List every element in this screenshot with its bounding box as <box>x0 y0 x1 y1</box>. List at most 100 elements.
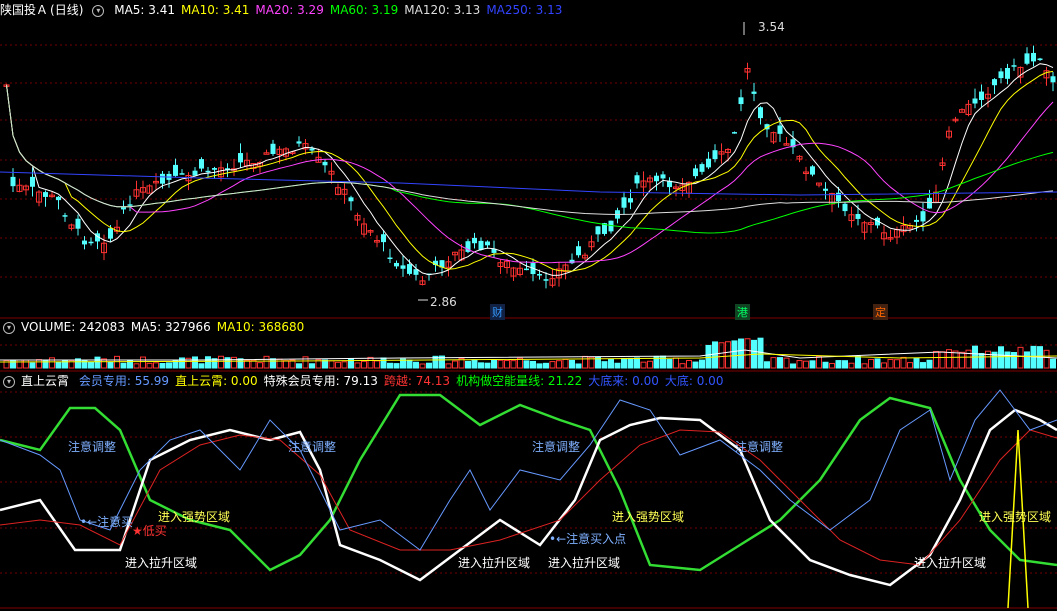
enter-lift-label-2: 进入拉升区域 <box>458 556 531 570</box>
volume-ma5-line <box>0 349 1057 361</box>
volume-bar <box>874 358 881 369</box>
volume-bar <box>237 358 244 369</box>
volume-bar <box>920 362 926 369</box>
candle-body <box>751 91 757 94</box>
volume-bar <box>601 361 608 369</box>
volume-bar <box>393 363 400 369</box>
candle-body <box>179 173 185 175</box>
candle-body <box>660 174 666 179</box>
volume-bar <box>887 358 894 369</box>
candle-body <box>1031 52 1036 62</box>
candle-body <box>173 164 178 176</box>
candle-body <box>576 246 581 256</box>
volume-bar <box>998 346 1004 369</box>
candle-body <box>706 158 711 168</box>
event-tag-hk[interactable]: 港 <box>735 304 750 320</box>
volume-bar <box>16 359 23 369</box>
volume-bar <box>569 359 575 369</box>
candle-body <box>979 91 984 100</box>
candle-body <box>348 197 354 202</box>
candle-body <box>296 141 302 144</box>
volume-bar <box>120 362 127 369</box>
volume-bar <box>855 355 861 369</box>
enter-lift-label-4: 进入拉升区域 <box>914 556 987 570</box>
volume-bar <box>296 363 302 369</box>
volume-bar <box>413 361 419 369</box>
candle-body <box>108 228 113 239</box>
volume-bar <box>621 357 627 369</box>
volume-bar <box>504 360 510 369</box>
ma60-line <box>6 84 1054 234</box>
volume-bar <box>861 363 868 369</box>
volume-bar <box>55 361 62 369</box>
ma250-line <box>0 171 1057 196</box>
volume-bar <box>484 362 491 369</box>
candle-body <box>192 170 198 176</box>
volume-bar <box>426 362 432 369</box>
event-tag-finance[interactable]: 财 <box>490 304 505 320</box>
volume-bar <box>94 356 101 369</box>
candle-body <box>732 132 737 134</box>
low-buy-label: ★低买 <box>132 522 167 539</box>
candle-body <box>537 274 542 276</box>
volume-bar <box>764 361 770 369</box>
candle-body <box>914 219 919 222</box>
volume-bar <box>582 355 588 369</box>
candle-body <box>595 226 601 235</box>
volume-bar <box>361 360 367 369</box>
volume-bar <box>192 356 198 369</box>
candle-body <box>777 125 783 134</box>
volume-bar <box>933 350 939 369</box>
volume-bar <box>205 356 211 369</box>
volume-bar <box>198 363 205 369</box>
candle-body <box>569 259 575 264</box>
candle-body <box>855 214 861 219</box>
volume-bar <box>146 362 153 369</box>
volume-bar <box>790 363 796 369</box>
volume-bar <box>666 359 673 369</box>
volume-bar <box>757 337 764 369</box>
volume-bar <box>614 362 621 369</box>
volume-bar <box>341 361 348 369</box>
candle-body <box>309 148 315 151</box>
volume-bar <box>36 359 42 369</box>
candle-body <box>693 168 698 177</box>
candle-body <box>823 188 828 191</box>
volume-bar <box>718 342 725 369</box>
volume-bar <box>478 362 484 369</box>
volume-bar <box>900 356 907 369</box>
volume-bar <box>1011 352 1017 369</box>
volume-bar <box>744 338 751 369</box>
volume-bar <box>309 363 315 369</box>
volume-bar <box>1050 358 1056 369</box>
cross-line <box>0 429 1057 566</box>
attention-adjust-label-4: 注意调整 <box>735 440 784 454</box>
candle-body <box>524 268 529 271</box>
volume-bar <box>894 359 900 369</box>
candle-body <box>30 176 35 187</box>
volume-bar <box>354 362 361 369</box>
volume-bar <box>777 357 783 369</box>
volume-bar <box>23 359 29 369</box>
candle-body <box>478 240 484 250</box>
volume-bar <box>328 360 335 369</box>
volume-bar <box>985 350 991 369</box>
volume-bar <box>640 361 647 369</box>
volume-bar <box>159 362 166 369</box>
volume-bar <box>29 362 36 369</box>
volume-bar <box>913 357 920 369</box>
candle-body <box>56 196 61 201</box>
candle-body <box>634 175 640 184</box>
volume-bar <box>562 358 569 369</box>
enter-strong-label-2: 进入强势区域 <box>612 510 685 524</box>
event-tag-fixed[interactable]: 定 <box>873 304 888 320</box>
candle-body <box>1005 67 1010 79</box>
short-energy-line <box>0 393 1057 572</box>
volume-bar <box>978 353 985 369</box>
candle-body <box>407 264 412 274</box>
candle-body <box>920 211 926 222</box>
enter-lift-label-1: 进入拉升区域 <box>125 556 198 570</box>
volume-bar <box>692 361 699 369</box>
volume-bar <box>543 362 549 369</box>
volume-bar <box>809 360 816 369</box>
